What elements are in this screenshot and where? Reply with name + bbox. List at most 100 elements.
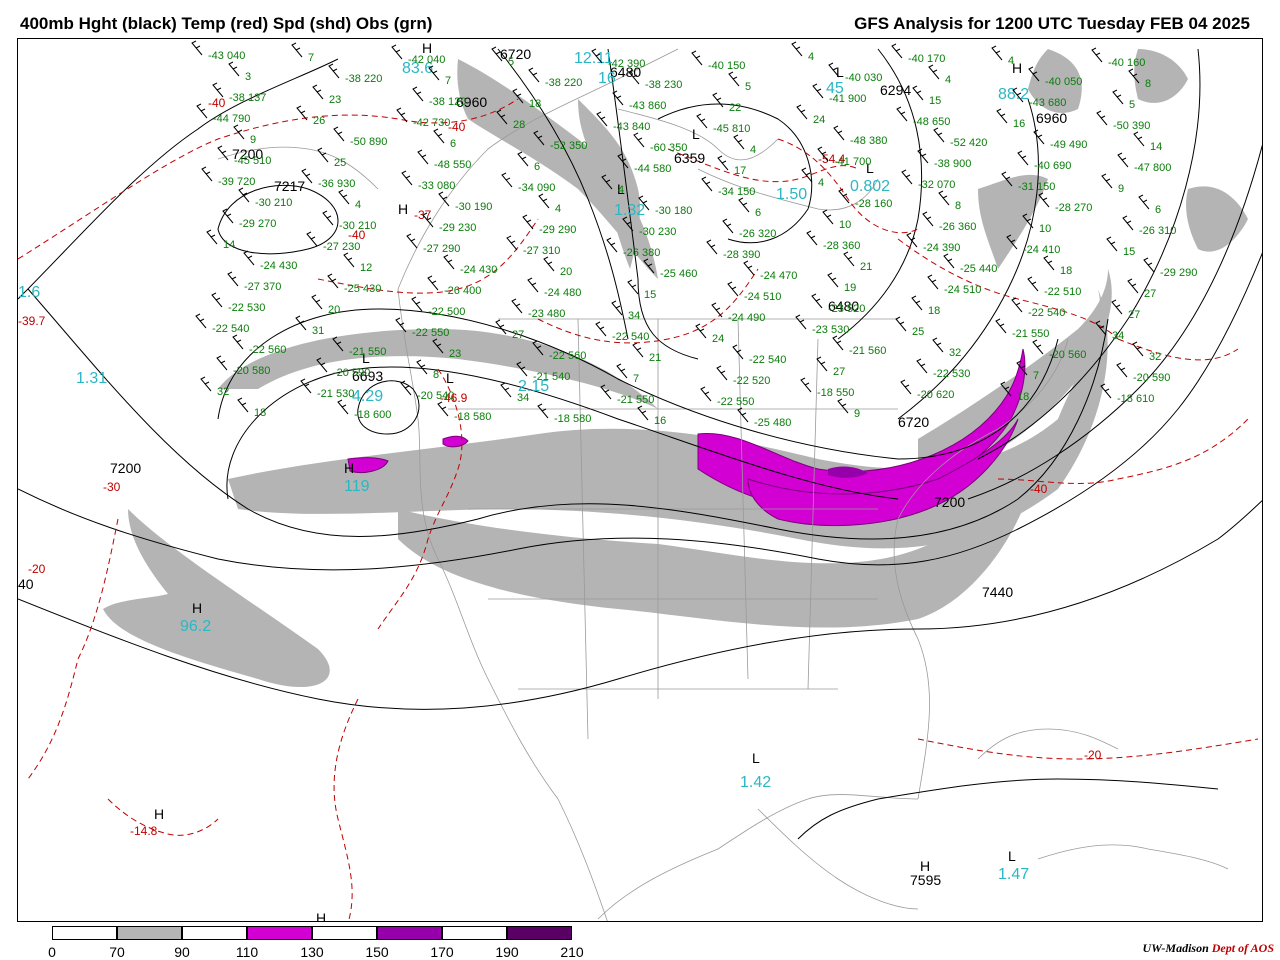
station-observation: -23 530 <box>812 324 849 336</box>
wind-barb <box>812 83 824 99</box>
station-observation: -22 540 <box>212 323 249 335</box>
station-observation: 23 <box>329 94 341 106</box>
wind-barb <box>837 398 849 414</box>
legend-swatch <box>117 926 182 940</box>
height-contour-8 <box>797 778 1219 840</box>
wind-barb <box>1043 255 1055 271</box>
station-observation: 18 <box>1060 265 1072 277</box>
wind-barb <box>1112 89 1124 105</box>
station-observation: 25 <box>334 157 346 169</box>
pressure-center-label: L <box>836 64 844 80</box>
station-observation: 34 <box>1112 330 1124 342</box>
temperature-label: -20 <box>1084 748 1102 762</box>
station-observation: -25 480 <box>754 417 791 429</box>
temperature-label: -30 <box>103 480 121 494</box>
wind-barb <box>1027 276 1039 292</box>
wind-barb <box>938 190 950 206</box>
station-observation: 5 <box>508 56 514 68</box>
wind-barb <box>243 250 255 266</box>
wind-barb <box>317 147 329 163</box>
chart-title: 400mb Hght (black) Temp (red) Spd (shd) … <box>20 14 433 33</box>
station-observation: -18 580 <box>454 411 491 423</box>
station-observation: -39 720 <box>218 176 255 188</box>
pressure-center-label: L <box>752 750 760 766</box>
station-observation: 27 <box>1144 288 1156 300</box>
station-observation: -42 040 <box>408 54 445 66</box>
wind-barb <box>933 127 945 143</box>
wind-barb <box>522 214 534 230</box>
station-observation: -27 370 <box>244 281 281 293</box>
station-observation: 12 <box>360 262 372 274</box>
wind-barb <box>1011 297 1023 313</box>
station-observation: -41 700 <box>834 156 871 168</box>
wind-barb <box>816 356 828 372</box>
wind-barb <box>932 337 944 353</box>
station-observation: -28 160 <box>855 198 892 210</box>
station-observation: -24 470 <box>760 270 797 282</box>
wind-barb <box>928 64 940 80</box>
wind-barb <box>406 233 418 249</box>
station-observation: 27 <box>833 366 845 378</box>
station-observation: -24 430 <box>260 260 297 272</box>
station-observation: -22 560 <box>249 344 286 356</box>
wind-barb <box>295 315 307 331</box>
station-observation: -20 540 <box>417 390 454 402</box>
wind-barb <box>538 193 550 209</box>
station-observation: 20 <box>560 266 572 278</box>
station-observation: 15 <box>1123 246 1135 258</box>
station-observation: -28 270 <box>1055 202 1092 214</box>
speed-label: 16 <box>598 70 616 87</box>
legend-swatch <box>182 926 247 940</box>
station-observation: 7 <box>1033 370 1039 382</box>
station-observation: -25 440 <box>960 263 997 275</box>
station-observation: -24 410 <box>1023 244 1060 256</box>
wind-barb <box>343 252 355 268</box>
station-observation: -21 550 <box>1012 328 1049 340</box>
station-observation: 15 <box>929 95 941 107</box>
station-observation: 19 <box>844 282 856 294</box>
station-observation: 7 <box>308 52 314 64</box>
station-observation: -20 590 <box>333 367 370 379</box>
station-observation: 34 <box>628 310 640 322</box>
station-observation: 4 <box>355 199 361 211</box>
station-observation: -24 480 <box>544 287 581 299</box>
height-label: 7200 <box>934 494 965 510</box>
station-observation: 16 <box>1013 118 1025 130</box>
station-observation: 34 <box>517 392 529 404</box>
wind-barb <box>337 399 349 415</box>
wind-barb <box>732 344 744 360</box>
wind-barb <box>717 155 729 171</box>
station-observation: 23 <box>449 348 461 360</box>
station-observation: -22 550 <box>717 396 754 408</box>
wind-barb <box>511 298 523 314</box>
wind-barb <box>616 363 628 379</box>
height-label: 6720 <box>500 46 531 62</box>
station-observation: 27 <box>512 329 524 341</box>
pressure-center-label: H <box>192 600 202 616</box>
height-label: 7217 <box>274 178 305 194</box>
height-label: 6720 <box>898 414 929 430</box>
speed-label: 119 <box>344 478 370 495</box>
station-observation: -33 080 <box>418 180 455 192</box>
wind-barb <box>227 271 239 287</box>
wind-barb <box>495 319 507 335</box>
station-observation: -40 150 <box>708 60 745 72</box>
legend-tick-label: 110 <box>235 944 259 960</box>
wind-barb <box>832 335 844 351</box>
credit-dept: Dept of AOS <box>1211 941 1274 955</box>
station-observation: -38 230 <box>645 79 682 91</box>
station-observation: -22 500 <box>428 306 465 318</box>
station-observation: -24 510 <box>944 284 981 296</box>
wind-barb <box>822 209 834 225</box>
speed-label: 1.42 <box>740 774 771 791</box>
station-observation: -40 170 <box>908 53 945 65</box>
station-observation: -44 790 <box>213 113 250 125</box>
station-observation: -30 230 <box>639 226 676 238</box>
station-observation: 26 <box>313 115 325 127</box>
station-observation: -38 220 <box>345 73 382 85</box>
station-observation: -32 070 <box>918 179 955 191</box>
height-label: 6294 <box>880 82 911 98</box>
station-observation: 9 <box>854 408 860 420</box>
station-observation: -24 510 <box>744 291 781 303</box>
station-observation: -27 310 <box>523 245 560 257</box>
